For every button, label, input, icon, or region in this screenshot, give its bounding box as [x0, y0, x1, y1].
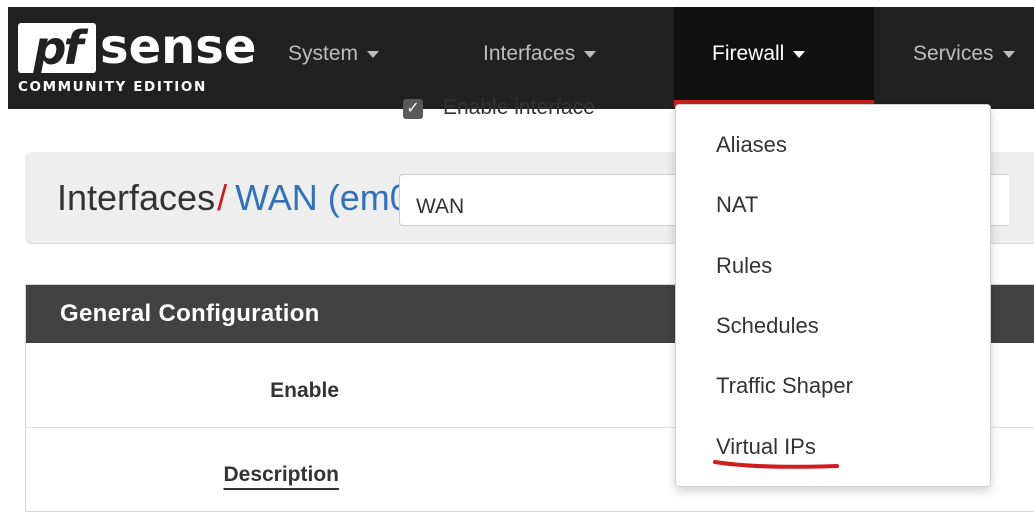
caret-down-icon	[1002, 50, 1015, 58]
menu-item-schedules[interactable]: Schedules	[716, 306, 819, 346]
menu-item-aliases[interactable]: Aliases	[716, 125, 787, 165]
caret-down-icon	[367, 50, 380, 58]
breadcrumb-section[interactable]: Interfaces	[57, 177, 215, 218]
pfsense-logo[interactable]: pf sense COMMUNITY EDITION	[18, 19, 256, 97]
nav-services-label: Services	[913, 42, 994, 65]
enable-label: Enable	[270, 379, 339, 402]
menu-item-nat[interactable]: NAT	[716, 185, 758, 225]
nav-interfaces[interactable]: Interfaces	[483, 7, 597, 109]
nav-interfaces-label: Interfaces	[483, 42, 576, 65]
menu-item-traffic-shaper[interactable]: Traffic Shaper	[716, 366, 853, 406]
description-label[interactable]: Description	[139, 463, 339, 487]
nav-system-label: System	[288, 42, 359, 65]
menu-item-rules[interactable]: Rules	[716, 246, 772, 286]
logo-edition: COMMUNITY EDITION	[18, 79, 207, 95]
enable-interface-label[interactable]: Enable interface	[443, 96, 595, 120]
logo-mark: pf	[18, 23, 96, 73]
enable-interface-checkbox[interactable]: ✓	[403, 99, 423, 119]
top-navbar: pf sense COMMUNITY EDITION System Interf…	[8, 7, 1034, 109]
breadcrumb-separator: /	[217, 177, 228, 218]
nav-firewall-label: Firewall	[712, 42, 785, 65]
breadcrumb-current[interactable]: WAN (em0)	[235, 177, 422, 218]
firewall-dropdown-menu: Aliases NAT Rules Schedules Traffic Shap…	[675, 104, 991, 487]
nav-firewall[interactable]: Firewall	[674, 7, 874, 109]
nav-system[interactable]: System	[288, 7, 380, 109]
caret-down-icon	[793, 50, 806, 58]
check-icon: ✓	[406, 100, 420, 117]
logo-word: sense	[100, 19, 257, 75]
highlight-underline	[713, 460, 839, 469]
nav-services[interactable]: Services	[913, 7, 1015, 109]
caret-down-icon	[584, 50, 597, 58]
